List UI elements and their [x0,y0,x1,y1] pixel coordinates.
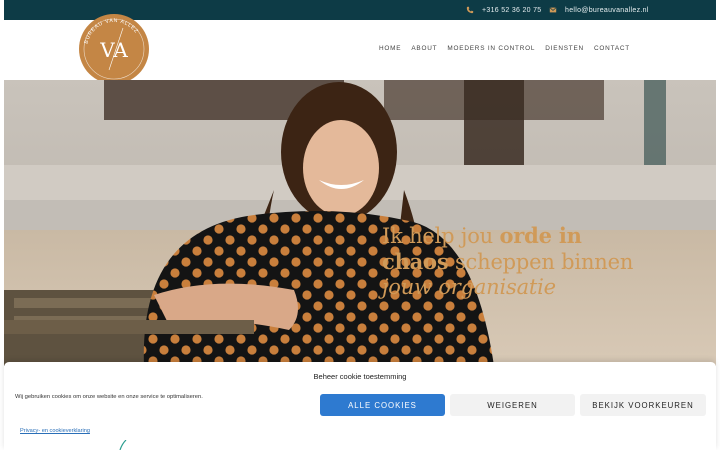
nav-moeders-in-control[interactable]: MOEDERS IN CONTROL [447,45,535,52]
nav-diensten[interactable]: DIENSTEN [545,45,584,52]
brand-logo[interactable]: BUREAU VAN ALLEZ VA [79,14,149,84]
envelope-icon [549,6,557,14]
nav-about[interactable]: ABOUT [411,45,437,52]
nav-contact[interactable]: CONTACT [594,45,630,52]
hero-banner: Ik help jou orde in chaos scheppen binne… [4,80,716,366]
cookie-title: Beheer cookie toestemming [313,372,407,381]
email-address: hello@bureauvanallez.nl [565,6,649,14]
phone-number: +316 52 36 20 75 [482,6,542,14]
headline-line-3: jouw organisatie [382,275,556,299]
email-contact[interactable]: hello@bureauvanallez.nl [549,6,649,14]
nav-home[interactable]: HOME [379,45,401,52]
site-header: BUREAU VAN ALLEZ VA HOME ABOUT MOEDERS I… [4,14,716,84]
deny-cookies-button[interactable]: WEIGEREN [450,394,575,416]
headline-line-1: Ik help jou orde in [382,223,582,248]
cookie-consent-banner: Beheer cookie toestemming Wij gebruiken … [4,362,716,450]
headline-line-2: chaos scheppen binnen [382,249,634,274]
view-preferences-button[interactable]: BEKIJK VOORKEUREN [580,394,706,416]
logo-initials: VA [99,38,128,62]
phone-icon [466,6,474,14]
accept-all-cookies-button[interactable]: ALLE COOKIES [320,394,445,416]
decorative-leaf-icon [119,440,127,450]
main-navigation: HOME ABOUT MOEDERS IN CONTROL DIENSTEN C… [379,45,630,52]
phone-contact[interactable]: +316 52 36 20 75 [466,6,542,14]
privacy-policy-link[interactable]: Privacy- en cookieverklaring [20,428,90,434]
hero-headline: Ik help jou orde in chaos scheppen binne… [382,223,633,300]
cookie-description: Wij gebruiken cookies om onze website en… [15,394,203,400]
